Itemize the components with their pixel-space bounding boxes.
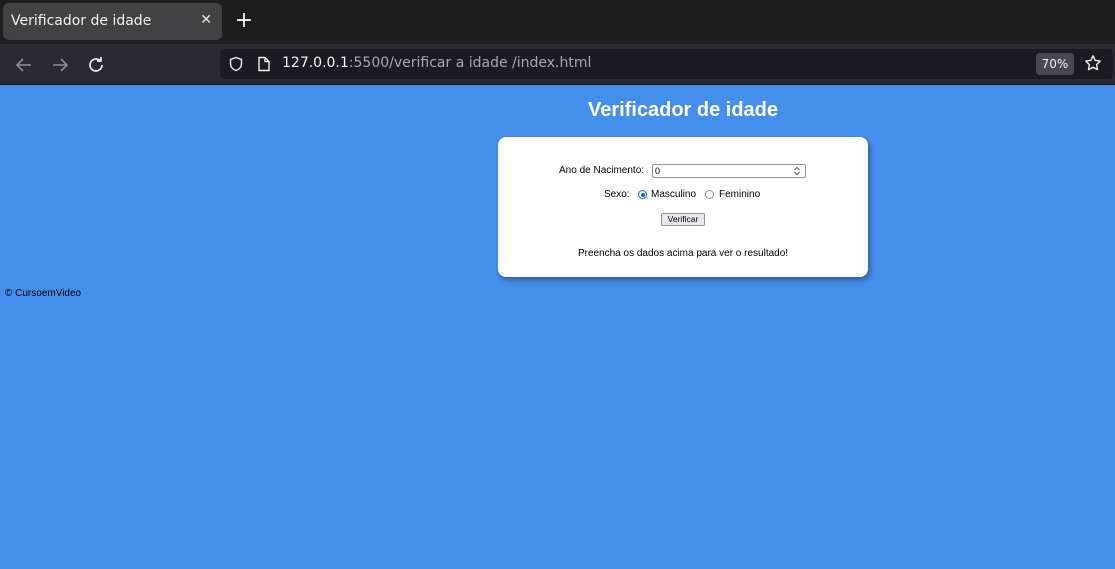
page-title: Verificador de idade <box>587 99 779 121</box>
plus-icon[interactable]: + <box>234 9 254 35</box>
label-feminino[interactable]: Feminino <box>719 189 760 200</box>
label-masculino[interactable]: Masculino <box>651 189 696 200</box>
reload-icon[interactable] <box>84 53 108 77</box>
back-arrow-icon[interactable] <box>12 53 36 77</box>
sex-label: Sexo: <box>604 189 630 200</box>
result-text: Preencha os dados acima para ver o resul… <box>577 248 789 259</box>
year-input[interactable] <box>652 164 806 178</box>
form-card: Ano de Nacimento: Sexo: Masculino Femini… <box>498 137 868 277</box>
tab-title: Verificador de idade <box>11 13 152 29</box>
browser-tab[interactable]: Verificador de idade ✕ <box>3 3 222 40</box>
url-path: :5500/verificar a idade /index.html <box>348 55 592 71</box>
page-icon[interactable] <box>257 56 271 77</box>
sex-row: Sexo: Masculino Feminino <box>498 188 868 202</box>
url-text[interactable]: 127.0.0.1:5500/verificar a idade /index.… <box>282 55 591 71</box>
footer-copyright: © CursoemVideo <box>5 288 82 299</box>
forward-arrow-icon[interactable] <box>48 53 72 77</box>
radio-masculino[interactable] <box>638 190 647 199</box>
radio-feminino[interactable] <box>705 190 714 199</box>
star-icon[interactable] <box>1084 54 1102 77</box>
year-label: Ano de Nacimento: <box>559 165 645 176</box>
shield-icon[interactable] <box>228 56 244 77</box>
url-host: 127.0.0.1 <box>282 55 349 71</box>
year-row: Ano de Nacimento: <box>498 164 868 178</box>
verify-button[interactable]: Verificar <box>661 213 705 226</box>
close-icon[interactable]: ✕ <box>200 12 212 28</box>
navigation-bar: 127.0.0.1:5500/verificar a idade /index.… <box>0 44 1115 85</box>
zoom-level[interactable]: 70% <box>1036 53 1074 75</box>
spinner-icon[interactable] <box>792 166 802 176</box>
address-bar[interactable]: 127.0.0.1:5500/verificar a idade /index.… <box>220 49 1113 79</box>
tab-bar: Verificador de idade ✕ + <box>0 0 1115 44</box>
